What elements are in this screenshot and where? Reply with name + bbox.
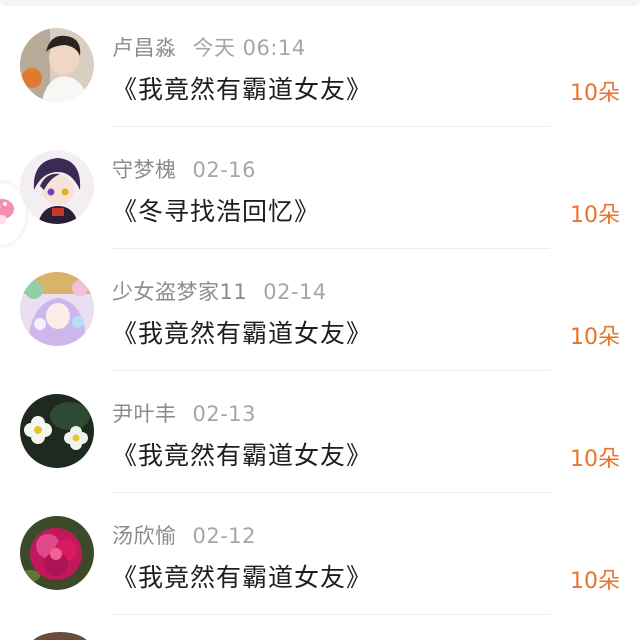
sender-name[interactable]: 汤欣愉 (112, 524, 177, 548)
list-item[interactable]: 汤欣愉 02-12 《我竟然有霸道女友》 10朵 (0, 493, 640, 615)
sender-name[interactable]: 卢昌淼 (112, 36, 177, 60)
send-date: 02-16 (192, 158, 257, 182)
book-title[interactable]: 《我竟然有霸道女友》 (112, 558, 372, 594)
anime-girl-avatar[interactable] (20, 272, 94, 346)
row-divider (112, 614, 550, 615)
send-date: 02-12 (192, 524, 257, 548)
flower-count: 10朵 (570, 203, 620, 228)
next-row-avatar-peek (30, 632, 90, 640)
flower-count: 10朵 (570, 325, 620, 350)
sender-meta: 守梦槐 02-16 (112, 154, 256, 184)
pink-peony-avatar[interactable] (20, 516, 94, 590)
sender-meta: 汤欣愉 02-12 (112, 520, 256, 550)
gift-record-screen: 卢昌淼 今天 06:14 《我竟然有霸道女友》 10朵 守梦槐 02-16 《冬… (0, 0, 640, 640)
book-title[interactable]: 《我竟然有霸道女友》 (112, 70, 372, 106)
book-title[interactable]: 《冬寻找浩回忆》 (112, 192, 320, 228)
sender-meta: 尹叶丰 02-13 (112, 398, 256, 428)
sender-meta: 卢昌淼 今天 06:14 (112, 32, 306, 62)
book-title[interactable]: 《我竟然有霸道女友》 (112, 436, 372, 472)
send-date: 今天 06:14 (192, 36, 306, 60)
anime-boy-avatar[interactable] (20, 150, 94, 224)
flower-count: 10朵 (570, 81, 620, 106)
list-item[interactable]: 守梦槐 02-16 《冬寻找浩回忆》 10朵 (0, 127, 640, 249)
sender-name[interactable]: 守梦槐 (112, 158, 177, 182)
boy-portrait-avatar[interactable] (20, 28, 94, 102)
list-item[interactable]: 少女盗梦家11 02-14 《我竟然有霸道女友》 10朵 (0, 249, 640, 371)
flower-count: 10朵 (570, 447, 620, 472)
list-item[interactable]: 卢昌淼 今天 06:14 《我竟然有霸道女友》 10朵 (0, 5, 640, 127)
book-title[interactable]: 《我竟然有霸道女友》 (112, 314, 372, 350)
list-item[interactable]: 尹叶丰 02-13 《我竟然有霸道女友》 10朵 (0, 371, 640, 493)
sender-name[interactable]: 尹叶丰 (112, 402, 177, 426)
gift-record-list: 卢昌淼 今天 06:14 《我竟然有霸道女友》 10朵 守梦槐 02-16 《冬… (0, 5, 640, 615)
sender-name[interactable]: 少女盗梦家11 (112, 280, 247, 304)
sender-meta: 少女盗梦家11 02-14 (112, 276, 327, 306)
send-date: 02-14 (263, 280, 327, 304)
white-flowers-avatar[interactable] (20, 394, 94, 468)
send-date: 02-13 (192, 402, 257, 426)
flower-count: 10朵 (570, 569, 620, 594)
